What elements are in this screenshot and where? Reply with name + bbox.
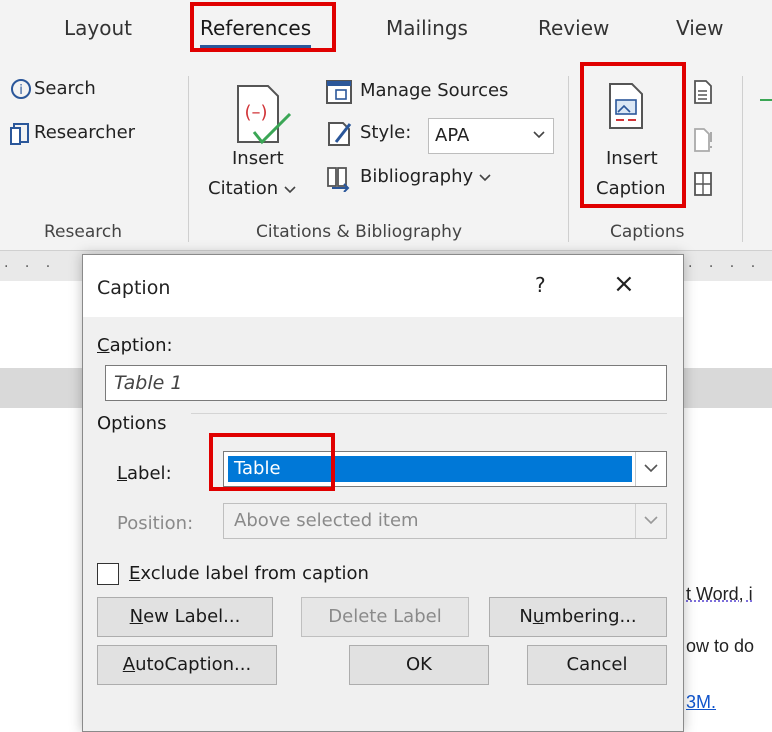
options-divider <box>191 413 667 414</box>
ribbon-tabs: Layout References Mailings Review View <box>0 0 772 58</box>
autocaption-accel: A <box>122 654 136 675</box>
ruler-ticks-right: · · · · <box>688 259 762 275</box>
tab-view[interactable]: View <box>676 16 723 40</box>
exclude-label-text[interactable]: Exclude label from caption <box>129 563 369 584</box>
style-dropdown[interactable]: APA <box>428 118 554 154</box>
group-separator <box>568 76 569 242</box>
next-group-icon <box>760 88 772 107</box>
exclude-accel: E <box>129 563 141 584</box>
label-dropdown-button[interactable] <box>635 452 666 486</box>
label-field-label: Label: <box>117 463 172 484</box>
ribbon: Layout References Mailings Review View i… <box>0 0 772 250</box>
new-label-button[interactable]: New Label... <box>97 597 273 637</box>
manage-sources-button[interactable]: Manage Sources <box>360 80 508 101</box>
insert-citation-label: Citation <box>208 178 279 199</box>
highlight-label-field <box>209 433 335 491</box>
label-accel: L <box>117 463 128 484</box>
group-label-captions: Captions <box>610 222 685 242</box>
help-button[interactable]: ? <box>535 273 546 297</box>
search-button[interactable]: Search <box>34 78 96 99</box>
search-icon[interactable]: i <box>10 78 32 104</box>
tab-layout[interactable]: Layout <box>64 16 132 40</box>
cancel-button[interactable]: Cancel <box>527 645 667 685</box>
insert-table-of-figures-icon[interactable] <box>694 80 712 108</box>
highlight-references <box>190 2 336 52</box>
caption-label: Caption: <box>97 335 173 356</box>
autocaption-text: utoCaption... <box>135 654 252 675</box>
tab-mailings[interactable]: Mailings <box>386 16 468 40</box>
caption-dialog: Caption ? × Caption: Options Label: Tabl… <box>82 254 684 732</box>
tab-review[interactable]: Review <box>538 16 609 40</box>
autocaption-button[interactable]: AutoCaption... <box>97 645 277 685</box>
group-separator <box>188 76 189 242</box>
delete-label-button: Delete Label <box>301 597 469 637</box>
bibliography-label: Bibliography <box>360 166 474 187</box>
chevron-down-icon <box>479 174 491 182</box>
insert-citation-icon[interactable]: (–) <box>234 84 292 152</box>
position-label: Position: <box>117 513 194 534</box>
numbering-button[interactable]: Numbering... <box>489 597 667 637</box>
options-group-label: Options <box>97 413 167 434</box>
exclude-label-rest: xclude label from caption <box>140 563 369 584</box>
numbering-text: mbering... <box>544 606 637 627</box>
caption-input[interactable] <box>106 366 666 400</box>
position-dropdown: Above selected item <box>223 503 667 539</box>
svg-text:(–): (–) <box>244 102 267 123</box>
group-separator <box>742 76 743 242</box>
position-dropdown-button <box>635 504 666 538</box>
new-label-text: ew Label... <box>143 606 241 627</box>
numbering-pre: N <box>519 606 533 627</box>
caption-label-text: aption: <box>109 335 173 356</box>
document-text-line: ow to do <box>686 636 755 656</box>
insert-citation-line2[interactable]: Citation <box>208 178 296 199</box>
bibliography-button[interactable]: Bibliography <box>360 166 491 187</box>
researcher-icon[interactable] <box>10 122 32 150</box>
chevron-down-icon <box>644 464 658 473</box>
document-text-line: t Word, i <box>686 584 753 604</box>
caption-input-box[interactable] <box>105 365 667 401</box>
bibliography-icon[interactable] <box>326 166 352 196</box>
style-label: Style: <box>360 122 412 143</box>
label-label-text: abel: <box>127 463 172 484</box>
close-icon[interactable]: × <box>613 269 635 299</box>
insert-citation-line1[interactable]: Insert <box>232 148 284 169</box>
chevron-down-icon <box>644 516 658 525</box>
highlight-insert-caption <box>580 62 686 208</box>
chevron-down-icon <box>533 131 545 139</box>
position-value: Above selected item <box>234 510 419 531</box>
group-label-citations: Citations & Bibliography <box>256 222 463 242</box>
ruler-ticks-left: · · · <box>4 259 57 275</box>
chevron-down-icon <box>284 186 296 194</box>
exclude-label-checkbox[interactable] <box>97 563 119 585</box>
cross-reference-icon[interactable] <box>694 172 712 200</box>
numbering-accel: u <box>532 606 545 627</box>
dialog-title-bar: Caption ? × <box>83 255 683 317</box>
ok-button[interactable]: OK <box>349 645 489 685</box>
caption-label-accel: C <box>97 335 110 356</box>
style-icon <box>326 120 354 152</box>
manage-sources-icon[interactable] <box>326 80 352 108</box>
dialog-title: Caption <box>97 277 171 299</box>
researcher-button[interactable]: Researcher <box>34 122 135 143</box>
document-link[interactable]: 3M. <box>686 692 716 713</box>
update-table-icon <box>694 128 714 156</box>
group-label-research: Research <box>44 222 122 242</box>
svg-text:i: i <box>19 83 23 98</box>
style-value: APA <box>435 125 470 146</box>
new-label-accel: N <box>129 606 144 627</box>
